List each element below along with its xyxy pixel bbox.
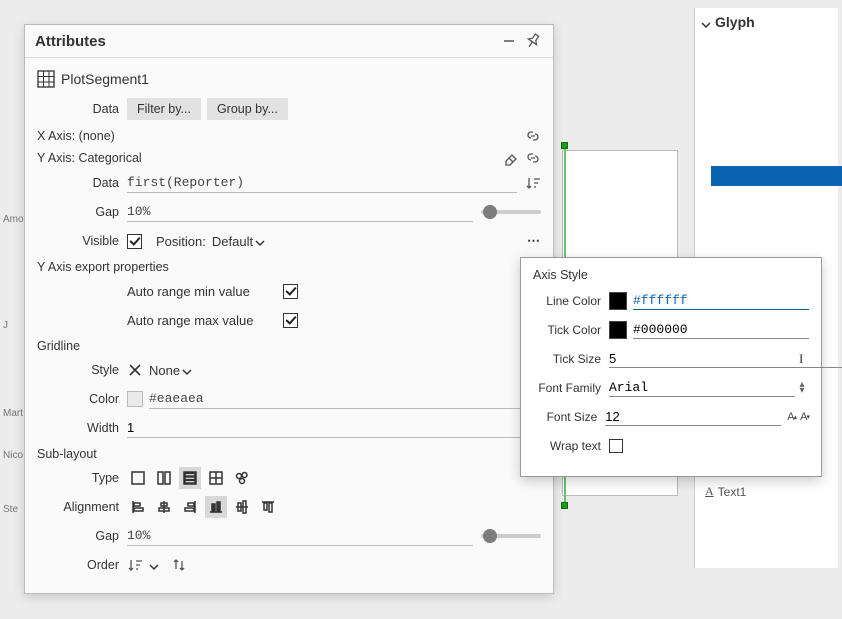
align-middle-icon[interactable] — [231, 496, 253, 518]
order-label: Order — [37, 558, 127, 572]
link-icon[interactable] — [525, 128, 541, 144]
gap-slider[interactable] — [481, 210, 541, 214]
plotsegment-grid-icon — [37, 70, 55, 88]
auto-max-checkbox[interactable] — [283, 313, 298, 328]
popup-title: Axis Style — [533, 268, 809, 282]
width-field[interactable] — [127, 418, 541, 438]
auto-min-checkbox[interactable] — [283, 284, 298, 299]
style-dropdown[interactable]: None — [149, 363, 192, 378]
text-icon: A — [705, 484, 714, 499]
color-label: Color — [37, 392, 127, 406]
panel-title: Attributes — [35, 33, 495, 50]
bg-label: Amo — [3, 214, 24, 225]
font-size-field[interactable] — [605, 408, 781, 426]
type-cols-icon[interactable] — [153, 467, 175, 489]
bg-label: Ste — [3, 504, 18, 515]
type-packing-icon[interactable] — [231, 467, 253, 489]
visible-label: Visible — [37, 234, 127, 248]
filter-by-button[interactable]: Filter by... — [127, 98, 201, 120]
sublayout-gap-slider[interactable] — [481, 534, 541, 538]
yaxis-label: Y Axis: Categorical — [37, 150, 541, 166]
auto-min-label: Auto range min value — [127, 284, 277, 299]
tick-color-field[interactable] — [633, 321, 809, 339]
glyph-header[interactable]: Glyph — [701, 14, 832, 30]
wrap-text-label: Wrap text — [533, 439, 609, 453]
tick-color-label: Tick Color — [533, 323, 609, 337]
align-top-icon[interactable] — [257, 496, 279, 518]
glyph-item-text1[interactable]: A Text1 — [705, 484, 746, 499]
visible-checkbox[interactable] — [127, 234, 142, 249]
glyph-item-label: Text1 — [718, 485, 747, 499]
wrap-text-checkbox[interactable] — [609, 439, 623, 453]
none-icon[interactable] — [127, 362, 143, 378]
align-left-icon[interactable] — [127, 496, 149, 518]
glyph-title: Glyph — [715, 14, 755, 30]
type-button-group — [127, 467, 541, 489]
pin-icon[interactable] — [523, 31, 543, 51]
font-increase-icon[interactable]: A▴ — [787, 409, 796, 425]
sublayout-label: Sub-layout — [37, 447, 541, 461]
glyph-blue-bar[interactable] — [711, 166, 842, 186]
tick-color-swatch[interactable] — [609, 321, 627, 339]
type-rows-icon[interactable] — [179, 467, 201, 489]
line-color-label: Line Color — [533, 294, 609, 308]
more-options-icon[interactable]: ⋯ — [527, 233, 541, 249]
chevron-down-icon — [255, 236, 265, 246]
style-label: Style — [37, 363, 127, 377]
font-family-field[interactable] — [609, 379, 795, 397]
group-by-button[interactable]: Group by... — [207, 98, 288, 120]
reverse-order-icon[interactable] — [171, 557, 187, 573]
canvas-handle-top[interactable] — [561, 142, 568, 149]
position-label: Position: — [156, 234, 206, 249]
chevron-down-icon[interactable] — [149, 560, 159, 570]
attributes-panel: Attributes PlotSegment1 Data Filter by..… — [24, 24, 554, 594]
type-grid-icon[interactable] — [205, 467, 227, 489]
bg-label: Nico — [3, 450, 23, 461]
color-field[interactable] — [149, 389, 541, 409]
xaxis-label: X Axis: (none) — [37, 128, 541, 144]
data-label: Data — [37, 102, 127, 116]
yaxis-export-label: Y Axis export properties — [37, 260, 541, 274]
sublayout-gap-field[interactable] — [127, 526, 473, 546]
font-family-stepper-icon[interactable]: ▴▾ — [795, 382, 809, 394]
sort-dropdown-icon[interactable] — [127, 557, 143, 573]
yaxis-data-label: Data — [37, 176, 127, 190]
align-center-icon[interactable] — [153, 496, 175, 518]
align-bottom-icon[interactable] — [205, 496, 227, 518]
line-color-field[interactable] — [633, 292, 809, 310]
minimize-icon[interactable] — [499, 31, 519, 51]
axis-style-popup: Axis Style Line Color Tick Color Tick Si… — [520, 257, 822, 477]
gap-label: Gap — [37, 205, 127, 219]
line-color-swatch[interactable] — [609, 292, 627, 310]
align-right-icon[interactable] — [179, 496, 201, 518]
color-swatch[interactable] — [127, 391, 143, 407]
sublayout-gap-label: Gap — [37, 529, 127, 543]
bg-label: J — [3, 320, 8, 331]
link-icon[interactable] — [525, 150, 541, 166]
font-family-label: Font Family — [533, 381, 609, 395]
width-label: Width — [37, 421, 127, 435]
sort-icon[interactable] — [525, 175, 541, 191]
bg-label: Mart — [3, 408, 23, 419]
position-dropdown[interactable]: Default — [212, 234, 265, 249]
font-size-label: Font Size — [533, 410, 605, 424]
text-cursor-icon: I — [799, 351, 809, 367]
yaxis-gap-field[interactable] — [127, 202, 473, 222]
chevron-down-icon — [182, 365, 192, 375]
alignment-label: Alignment — [37, 500, 127, 514]
alignment-button-group — [127, 496, 541, 518]
yaxis-data-field[interactable] — [127, 173, 517, 193]
canvas-handle-bottom[interactable] — [561, 502, 568, 509]
font-decrease-icon[interactable]: A▾ — [800, 409, 809, 425]
object-name: PlotSegment1 — [61, 71, 149, 87]
auto-max-label: Auto range max value — [127, 313, 277, 328]
gridline-label: Gridline — [37, 339, 541, 353]
eraser-icon[interactable] — [503, 150, 519, 166]
type-label: Type — [37, 471, 127, 485]
tick-size-label: Tick Size — [533, 352, 609, 366]
type-single-icon[interactable] — [127, 467, 149, 489]
chevron-down-icon — [701, 17, 711, 27]
